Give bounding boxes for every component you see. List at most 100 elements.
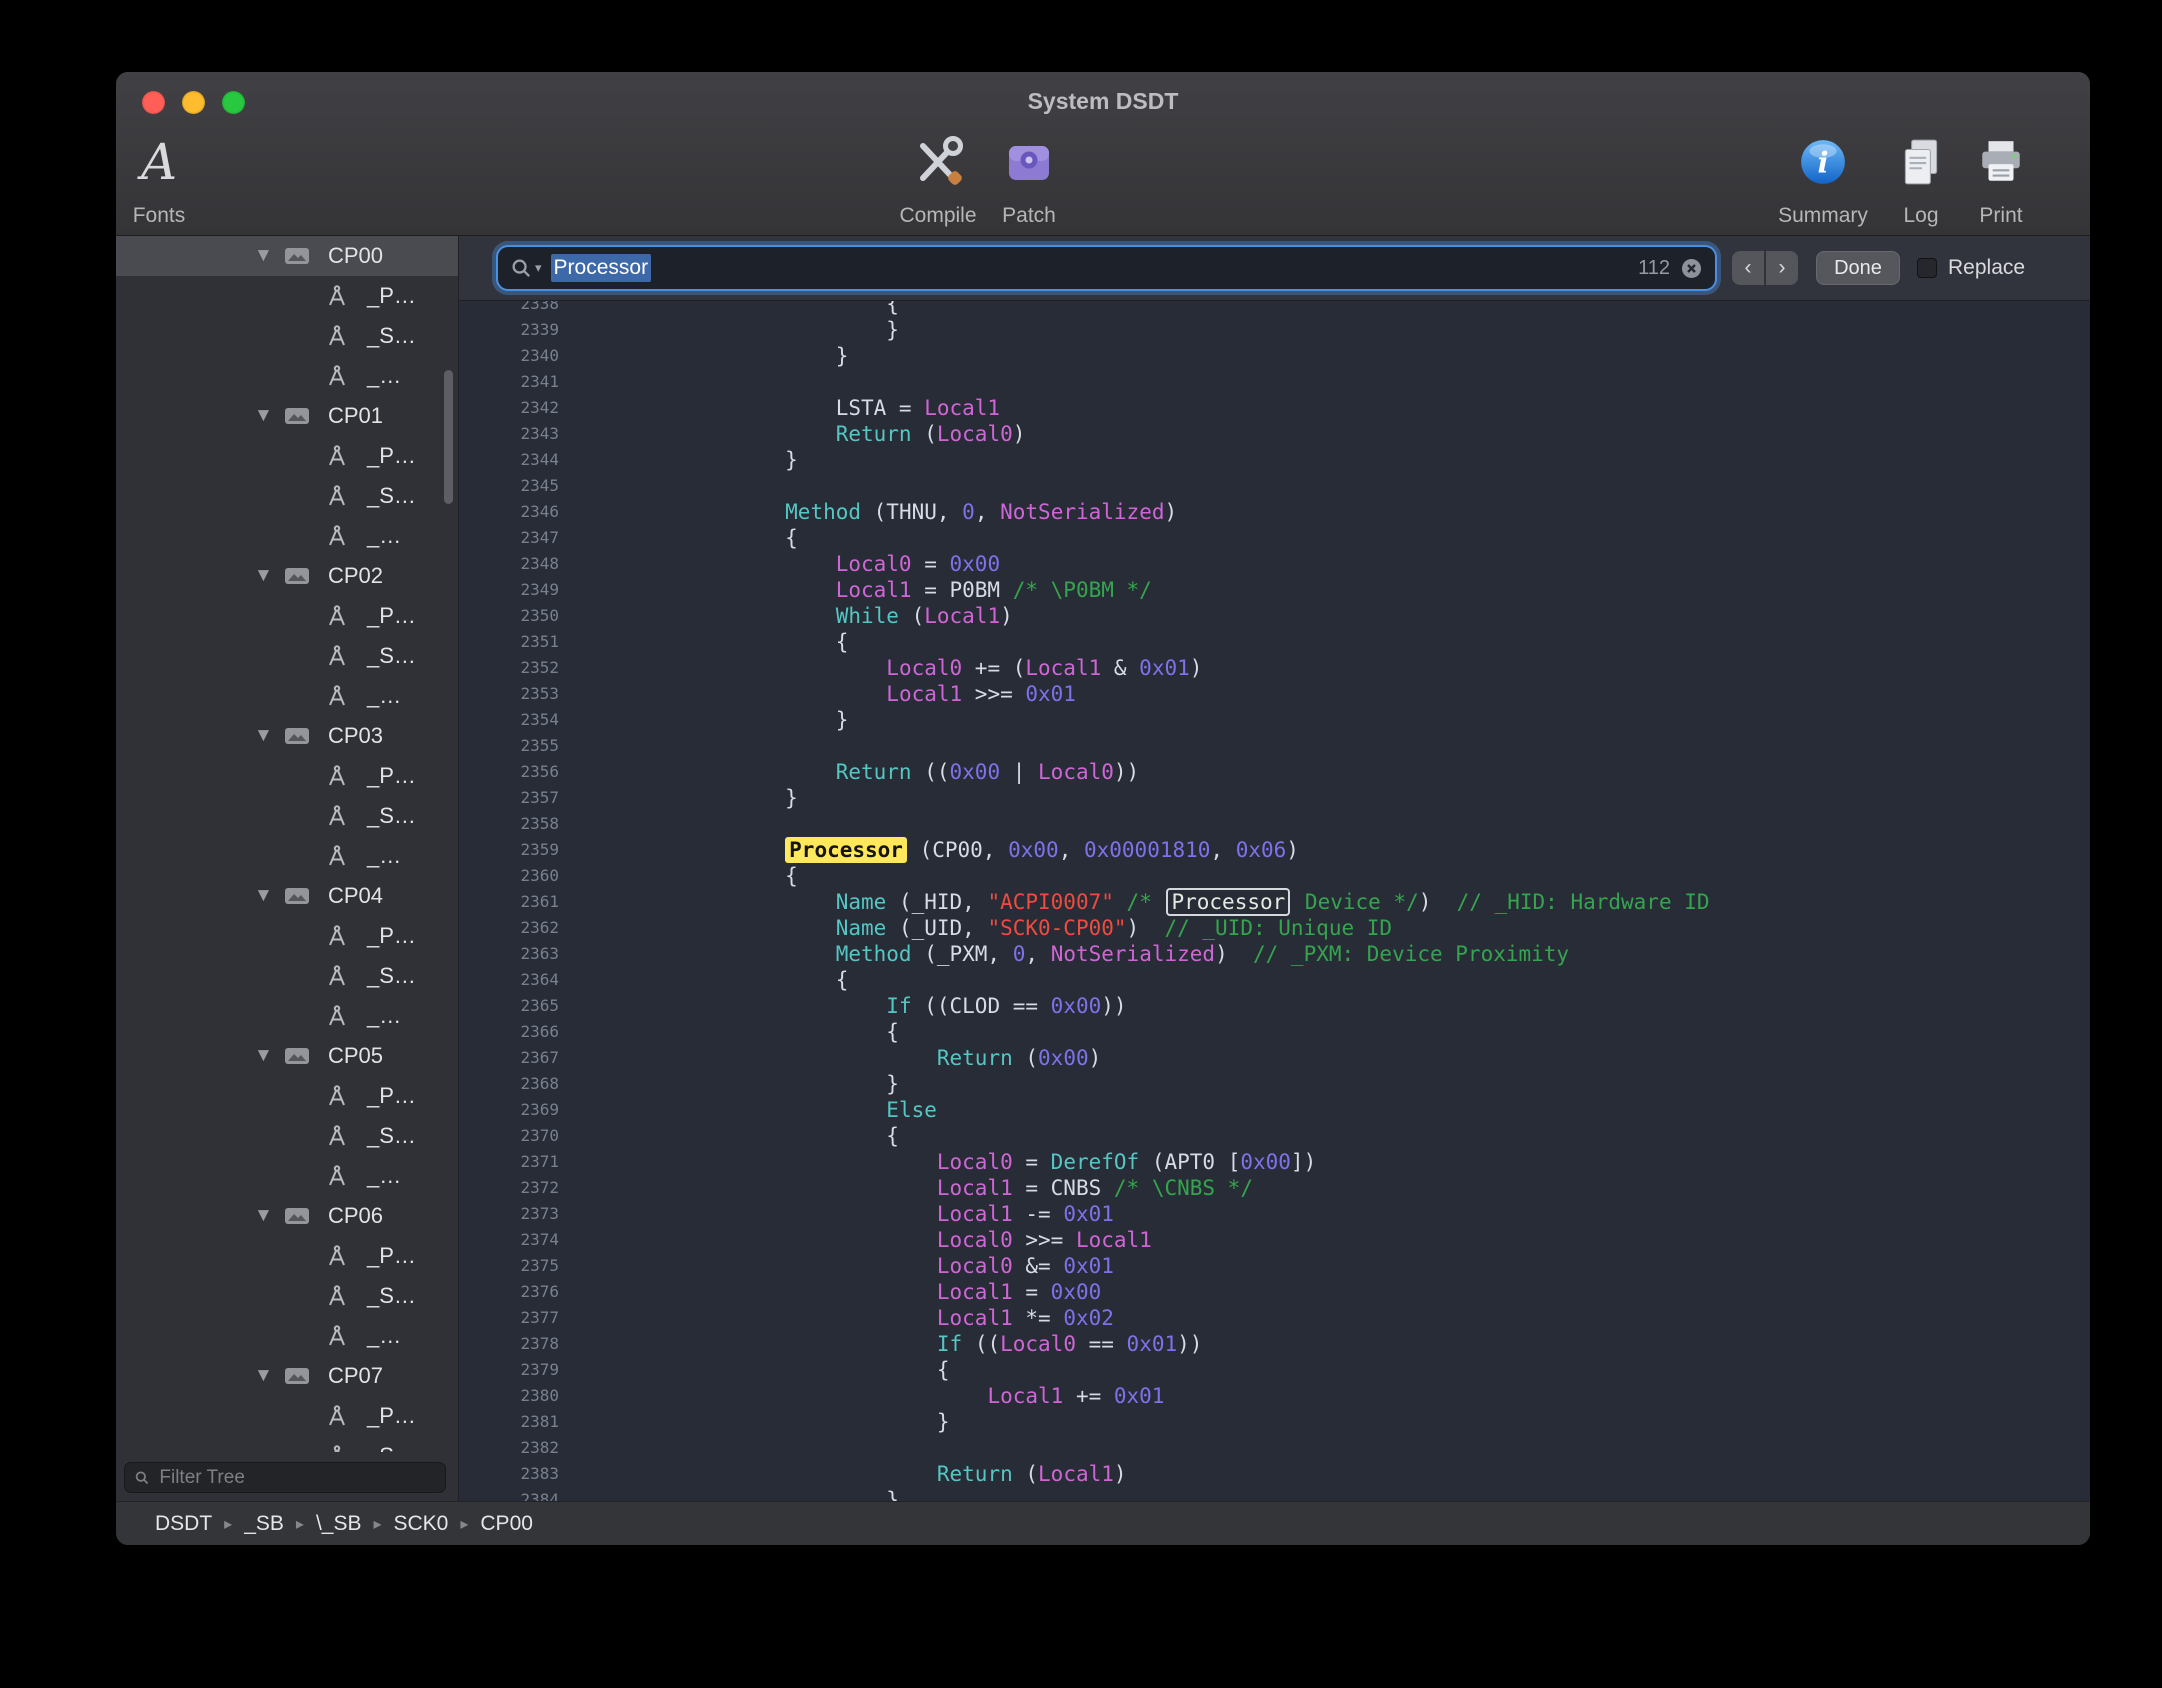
- code-line[interactable]: 2364 {: [459, 967, 2090, 993]
- tree-item-child[interactable]: _S…: [116, 956, 458, 996]
- code-line[interactable]: 2378 If ((Local0 == 0x01)): [459, 1331, 2090, 1357]
- code-line[interactable]: 2375 Local0 &= 0x01: [459, 1253, 2090, 1279]
- code-line[interactable]: 2384 }: [459, 1487, 2090, 1502]
- code-line[interactable]: 2369 Else: [459, 1097, 2090, 1123]
- code-line[interactable]: 2345: [459, 473, 2090, 499]
- code-line[interactable]: 2362 Name (_UID, "SCK0-CP00") // _UID: U…: [459, 915, 2090, 941]
- tree-item-child[interactable]: _…: [116, 836, 458, 876]
- tree-item-cp04[interactable]: ▼CP04: [116, 876, 458, 916]
- code-line[interactable]: 2350 While (Local1): [459, 603, 2090, 629]
- code-line[interactable]: 2353 Local1 >>= 0x01: [459, 681, 2090, 707]
- find-previous-button[interactable]: ‹: [1732, 251, 1764, 285]
- code-line[interactable]: 2376 Local1 = 0x00: [459, 1279, 2090, 1305]
- disclosure-triangle-icon[interactable]: ▼: [254, 565, 280, 587]
- code-line[interactable]: 2338 {: [459, 301, 2090, 317]
- tree-item-child[interactable]: _S…: [116, 316, 458, 356]
- code-scroll-area[interactable]: 2338 {2339 }2340 }23412342 LSTA = Local1…: [459, 301, 2090, 1502]
- disclosure-triangle-icon[interactable]: ▼: [254, 725, 280, 747]
- tree-item-child[interactable]: _…: [116, 1316, 458, 1356]
- find-next-button[interactable]: ›: [1766, 251, 1798, 285]
- code-line[interactable]: 2340 }: [459, 343, 2090, 369]
- tree-item-child[interactable]: _P…: [116, 276, 458, 316]
- code-line[interactable]: 2339 }: [459, 317, 2090, 343]
- tree-item-cp06[interactable]: ▼CP06: [116, 1196, 458, 1236]
- breadcrumb-item[interactable]: _SB: [244, 1512, 284, 1536]
- code-line[interactable]: 2374 Local0 >>= Local1: [459, 1227, 2090, 1253]
- code-line[interactable]: 2361 Name (_HID, "ACPI0007" /* Processor…: [459, 889, 2090, 915]
- tree-item-child[interactable]: _P…: [116, 1396, 458, 1436]
- tree-item-child[interactable]: _S…: [116, 1436, 458, 1452]
- code-line[interactable]: 2359 Processor (CP00, 0x00, 0x00001810, …: [459, 837, 2090, 863]
- clear-search-button[interactable]: [1680, 257, 1703, 280]
- code-line[interactable]: 2352 Local0 += (Local1 & 0x01): [459, 655, 2090, 681]
- code-line[interactable]: 2349 Local1 = P0BM /* \P0BM */: [459, 577, 2090, 603]
- code-line[interactable]: 2367 Return (0x00): [459, 1045, 2090, 1071]
- code-line[interactable]: 2381 }: [459, 1409, 2090, 1435]
- breadcrumb-item[interactable]: SCK0: [394, 1512, 449, 1536]
- sidebar-scrollbar[interactable]: [444, 370, 453, 504]
- breadcrumb-item[interactable]: DSDT: [155, 1512, 212, 1536]
- tree-item-child[interactable]: _P…: [116, 1236, 458, 1276]
- tree-item-child[interactable]: _…: [116, 516, 458, 556]
- print-button[interactable]: Print: [1916, 122, 2086, 228]
- code-line[interactable]: 2346 Method (THNU, 0, NotSerialized): [459, 499, 2090, 525]
- code-line[interactable]: 2356 Return ((0x00 | Local0)): [459, 759, 2090, 785]
- tree-item-child[interactable]: _S…: [116, 796, 458, 836]
- code-line[interactable]: 2377 Local1 *= 0x02: [459, 1305, 2090, 1331]
- code-line[interactable]: 2371 Local0 = DerefOf (APT0 [0x00]): [459, 1149, 2090, 1175]
- code-line[interactable]: 2365 If ((CLOD == 0x00)): [459, 993, 2090, 1019]
- code-line[interactable]: 2380 Local1 += 0x01: [459, 1383, 2090, 1409]
- code-line[interactable]: 2358: [459, 811, 2090, 837]
- disclosure-triangle-icon[interactable]: ▼: [254, 885, 280, 907]
- search-field[interactable]: ▾ Processor 112: [498, 247, 1715, 289]
- disclosure-triangle-icon[interactable]: ▼: [254, 1205, 280, 1227]
- tree-item-child[interactable]: _…: [116, 676, 458, 716]
- code-line[interactable]: 2342 LSTA = Local1: [459, 395, 2090, 421]
- tree-item-child[interactable]: _P…: [116, 596, 458, 636]
- code-line[interactable]: 2379 {: [459, 1357, 2090, 1383]
- code-line[interactable]: 2355: [459, 733, 2090, 759]
- disclosure-triangle-icon[interactable]: ▼: [254, 1045, 280, 1067]
- disclosure-triangle-icon[interactable]: ▼: [254, 245, 280, 267]
- code-line[interactable]: 2360 {: [459, 863, 2090, 889]
- code-line[interactable]: 2351 {: [459, 629, 2090, 655]
- done-button[interactable]: Done: [1816, 251, 1900, 285]
- code-line[interactable]: 2372 Local1 = CNBS /* \CNBS */: [459, 1175, 2090, 1201]
- code-line[interactable]: 2366 {: [459, 1019, 2090, 1045]
- code-line[interactable]: 2373 Local1 -= 0x01: [459, 1201, 2090, 1227]
- disclosure-triangle-icon[interactable]: ▼: [254, 1365, 280, 1387]
- code-line[interactable]: 2357 }: [459, 785, 2090, 811]
- fonts-button[interactable]: A Fonts: [116, 122, 244, 228]
- tree-item-child[interactable]: _S…: [116, 476, 458, 516]
- disclosure-triangle-icon[interactable]: ▼: [254, 405, 280, 427]
- tree-item-child[interactable]: _…: [116, 356, 458, 396]
- tree-item-child[interactable]: _…: [116, 996, 458, 1036]
- filter-tree-input[interactable]: [157, 1466, 436, 1490]
- code-line[interactable]: 2354 }: [459, 707, 2090, 733]
- search-menu-chevron-icon[interactable]: ▾: [535, 260, 542, 276]
- code-line[interactable]: 2383 Return (Local1): [459, 1461, 2090, 1487]
- replace-checkbox[interactable]: [1917, 258, 1937, 278]
- code-line[interactable]: 2363 Method (_PXM, 0, NotSerialized) // …: [459, 941, 2090, 967]
- tree-item-cp01[interactable]: ▼CP01: [116, 396, 458, 436]
- tree-item-child[interactable]: _P…: [116, 756, 458, 796]
- tree-item-cp03[interactable]: ▼CP03: [116, 716, 458, 756]
- tree-item-child[interactable]: _…: [116, 1156, 458, 1196]
- code-line[interactable]: 2370 {: [459, 1123, 2090, 1149]
- tree-item-cp02[interactable]: ▼CP02: [116, 556, 458, 596]
- code-line[interactable]: 2341: [459, 369, 2090, 395]
- tree-item-child[interactable]: _S…: [116, 636, 458, 676]
- code-line[interactable]: 2382: [459, 1435, 2090, 1461]
- code-line[interactable]: 2368 }: [459, 1071, 2090, 1097]
- tree-item-child[interactable]: _P…: [116, 916, 458, 956]
- tree-item-cp07[interactable]: ▼CP07: [116, 1356, 458, 1396]
- breadcrumb-item[interactable]: CP00: [480, 1512, 533, 1536]
- patch-button[interactable]: Patch: [944, 122, 1114, 228]
- tree-item-cp00[interactable]: ▼CP00: [116, 236, 458, 276]
- code-line[interactable]: 2343 Return (Local0): [459, 421, 2090, 447]
- tree-item-child[interactable]: _S…: [116, 1116, 458, 1156]
- breadcrumb-item[interactable]: \_SB: [316, 1512, 362, 1536]
- code-line[interactable]: 2347 {: [459, 525, 2090, 551]
- code-editor[interactable]: 2338 {2339 }2340 }23412342 LSTA = Local1…: [459, 301, 2090, 1502]
- tree-item-child[interactable]: _P…: [116, 1076, 458, 1116]
